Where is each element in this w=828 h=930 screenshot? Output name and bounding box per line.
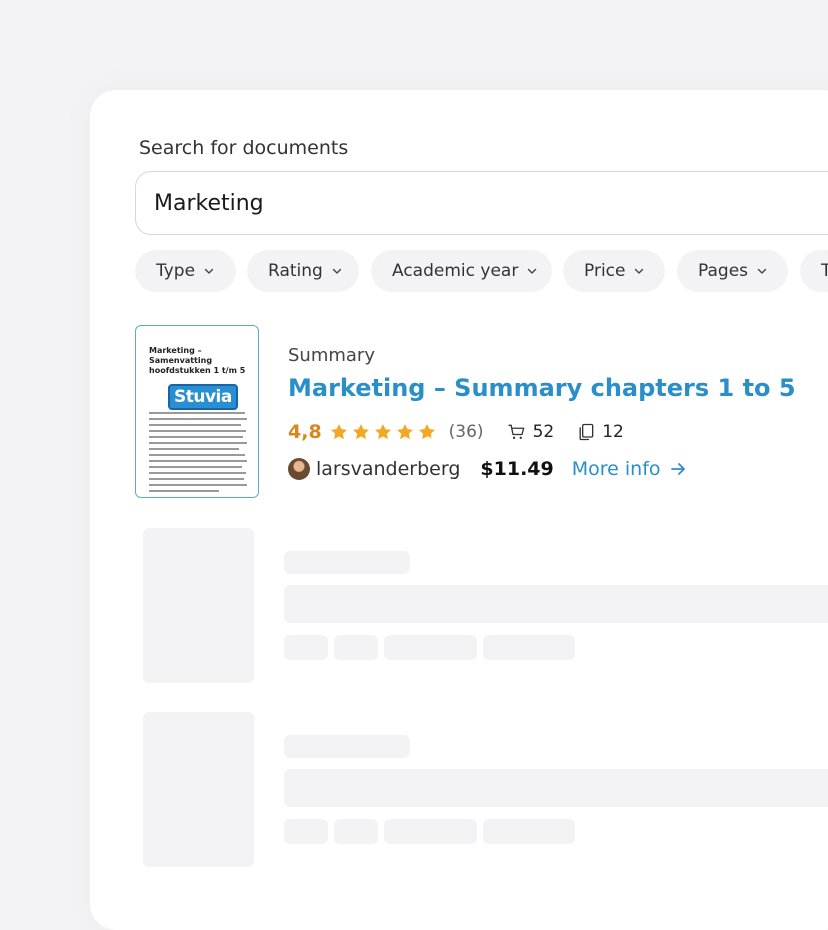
- thumbnail-text-lines: [149, 412, 247, 496]
- filter-partial[interactable]: T: [800, 250, 828, 292]
- filter-type[interactable]: Type: [135, 250, 236, 292]
- sales-count: 52: [507, 422, 554, 442]
- skeleton-line: [334, 819, 378, 844]
- stuvia-logo: Stuvia: [168, 384, 238, 410]
- skeleton-thumbnail: [143, 528, 254, 683]
- star-rating: [329, 422, 439, 442]
- skeleton-line: [284, 585, 828, 623]
- skeleton-line: [284, 819, 328, 844]
- filter-pages[interactable]: Pages: [677, 250, 788, 292]
- more-info-link[interactable]: More info: [572, 458, 687, 480]
- thumbnail-title: Marketing – Samenvatting hoofdstukken 1 …: [149, 346, 246, 375]
- rating-value: 4,8: [288, 421, 322, 443]
- star-icon: [374, 424, 391, 440]
- star-icon: [396, 424, 413, 440]
- skeleton-line: [334, 635, 378, 660]
- chevron-down-icon: [332, 268, 342, 274]
- author-row: larsvanderberg $11.49 More info: [288, 456, 687, 482]
- rating-row: 4,8 (36) 52 12: [288, 420, 646, 444]
- author-name[interactable]: larsvanderberg: [316, 458, 460, 480]
- search-input[interactable]: [135, 171, 828, 235]
- skeleton-line: [483, 819, 575, 844]
- skeleton-line: [284, 551, 410, 574]
- document-thumbnail[interactable]: Marketing – Samenvatting hoofdstukken 1 …: [135, 325, 259, 498]
- document-title-link[interactable]: Marketing – Summary chapters 1 to 5: [288, 374, 796, 402]
- rating-count: (36): [448, 422, 484, 442]
- skeleton-line: [284, 635, 328, 660]
- skeleton-line: [384, 819, 477, 844]
- chevron-down-icon: [757, 268, 767, 274]
- skeleton-line: [384, 635, 477, 660]
- filter-bar: Type Rating Academic year Price Pages T: [135, 250, 828, 292]
- cart-icon: [507, 424, 524, 439]
- star-icon: [330, 424, 347, 440]
- filter-rating[interactable]: Rating: [247, 250, 359, 292]
- page-count: 12: [576, 422, 624, 442]
- chevron-down-icon: [528, 268, 537, 274]
- search-label: Search for documents: [139, 137, 349, 159]
- skeleton-line: [284, 735, 410, 758]
- skeleton-line: [483, 635, 575, 660]
- avatar[interactable]: [288, 458, 310, 480]
- chevron-down-icon: [635, 268, 644, 274]
- arrow-right-icon: [670, 463, 685, 475]
- star-icon: [352, 424, 369, 440]
- skeleton-thumbnail: [143, 712, 254, 867]
- filter-price[interactable]: Price: [563, 250, 665, 292]
- skeleton-line: [284, 769, 828, 807]
- chevron-down-icon: [204, 268, 214, 274]
- filter-academic-year[interactable]: Academic year: [371, 250, 552, 292]
- pages-icon: [579, 423, 594, 441]
- price: $11.49: [480, 458, 554, 480]
- star-half-icon: [418, 424, 435, 440]
- document-type: Summary: [288, 345, 375, 366]
